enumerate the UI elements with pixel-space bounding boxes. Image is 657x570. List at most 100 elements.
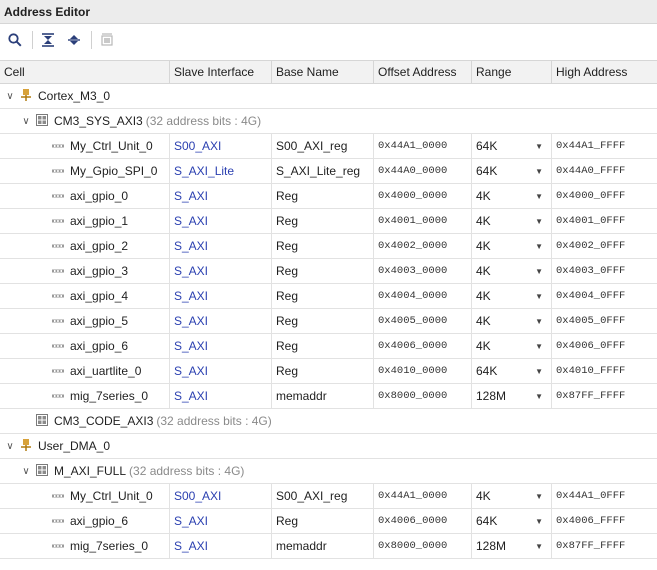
column-header-offset-address[interactable]: Offset Address [374, 61, 472, 83]
column-header-high-address[interactable]: High Address [552, 61, 657, 83]
segment-row[interactable]: mig_7series_0 S_AXI memaddr 0x8000_0000 128M… [0, 384, 657, 409]
high-address: 0x44A1_FFFF [552, 134, 657, 158]
high-address-text: 0x4010_FFFF [556, 365, 626, 377]
offset-address[interactable]: 0x4003_0000 [374, 259, 472, 283]
column-header-base-name[interactable]: Base Name [272, 61, 374, 83]
address-space-row[interactable]: ∨ M_AXI_FULL (32 address bits : 4G) [0, 459, 657, 484]
dropdown-arrow-icon[interactable]: ▼ [535, 492, 543, 501]
high-address-text: 0x4005_0FFF [556, 315, 626, 327]
segment-row[interactable]: axi_uartlite_0 S_AXI Reg 0x4010_0000 64K ▼ 0x4… [0, 359, 657, 384]
range-select[interactable]: 4K ▼ [472, 184, 552, 208]
column-header-range[interactable]: Range [472, 61, 552, 83]
segment-row[interactable]: axi_gpio_3 S_AXI Reg 0x4003_0000 4K ▼ 0x4003_0… [0, 259, 657, 284]
range-select[interactable]: 4K ▼ [472, 309, 552, 333]
slave-interface-link[interactable]: S_AXI [174, 289, 208, 303]
dropdown-arrow-icon[interactable]: ▼ [535, 142, 543, 151]
range-select[interactable]: 4K ▼ [472, 234, 552, 258]
segment-row[interactable]: axi_gpio_4 S_AXI Reg 0x4004_0000 4K ▼ 0x4004_0… [0, 284, 657, 309]
slave-interface-link[interactable]: S_AXI [174, 189, 208, 203]
dropdown-arrow-icon[interactable]: ▼ [535, 367, 543, 376]
address-space-icon [36, 413, 48, 429]
segment-row[interactable]: axi_gpio_5 S_AXI Reg 0x4005_0000 4K ▼ 0x4005_0… [0, 309, 657, 334]
range-value: 128M [476, 389, 507, 403]
segment-row[interactable]: axi_gpio_2 S_AXI Reg 0x4002_0000 4K ▼ 0x4002_0… [0, 234, 657, 259]
range-select[interactable]: 64K ▼ [472, 359, 552, 383]
slave-interface-link[interactable]: S_AXI [174, 514, 208, 528]
slave-interface-link[interactable]: S_AXI [174, 389, 208, 403]
range-select[interactable]: 64K ▼ [472, 509, 552, 533]
dropdown-arrow-icon[interactable]: ▼ [535, 192, 543, 201]
offset-address[interactable]: 0x4002_0000 [374, 234, 472, 258]
dropdown-arrow-icon[interactable]: ▼ [535, 167, 543, 176]
address-space-note: (32 address bits : 4G) [129, 464, 245, 478]
slave-interface-link[interactable]: S_AXI [174, 239, 208, 253]
slave-interface-link[interactable]: S_AXI [174, 364, 208, 378]
offset-address[interactable]: 0x4010_0000 [374, 359, 472, 383]
slave-interface-link[interactable]: S00_AXI [174, 139, 221, 153]
dropdown-arrow-icon[interactable]: ▼ [535, 242, 543, 251]
offset-address[interactable]: 0x8000_0000 [374, 384, 472, 408]
expand-all-icon[interactable] [63, 29, 85, 51]
offset-address[interactable]: 0x4006_0000 [374, 509, 472, 533]
offset-address[interactable]: 0x4006_0000 [374, 334, 472, 358]
range-select[interactable]: 4K ▼ [472, 284, 552, 308]
slave-interface-link[interactable]: S_AXI [174, 214, 208, 228]
expand-caret-icon[interactable]: ∨ [20, 466, 32, 477]
search-icon[interactable] [4, 29, 26, 51]
segment-row[interactable]: axi_gpio_6 S_AXI Reg 0x4006_0000 4K ▼ 0x4006_0… [0, 334, 657, 359]
segment-row[interactable]: axi_gpio_6 S_AXI Reg 0x4006_0000 64K ▼ 0x4006_… [0, 509, 657, 534]
dropdown-arrow-icon[interactable]: ▼ [535, 267, 543, 276]
slave-interface-link[interactable]: S_AXI [174, 314, 208, 328]
segment-row[interactable]: My_Gpio_SPI_0 S_AXI_Lite S_AXI_Lite_reg 0x4… [0, 159, 657, 184]
expand-caret-icon[interactable]: ∨ [4, 91, 16, 102]
offset-address-text: 0x44A0_0000 [378, 165, 448, 177]
offset-address[interactable]: 0x4000_0000 [374, 184, 472, 208]
slave-interface-link[interactable]: S_AXI [174, 264, 208, 278]
range-select[interactable]: 4K ▼ [472, 484, 552, 508]
dropdown-arrow-icon[interactable]: ▼ [535, 392, 543, 401]
segment-icon [52, 214, 64, 228]
expand-caret-icon[interactable]: ∨ [4, 441, 16, 452]
segment-row[interactable]: My_Ctrl_Unit_0 S00_AXI S00_AXI_reg 0x44A1_0… [0, 484, 657, 509]
segment-row[interactable]: My_Ctrl_Unit_0 S00_AXI S00_AXI_reg 0x44A1_0… [0, 134, 657, 159]
expand-caret-icon[interactable]: ∨ [20, 116, 32, 127]
address-space-row[interactable]: CM3_CODE_AXI3 (32 address bits : 4G) [0, 409, 657, 434]
offset-address[interactable]: 0x8000_0000 [374, 534, 472, 558]
dropdown-arrow-icon[interactable]: ▼ [535, 342, 543, 351]
segment-row[interactable]: axi_gpio_0 S_AXI Reg 0x4000_0000 4K ▼ 0x4000_0… [0, 184, 657, 209]
offset-address[interactable]: 0x4001_0000 [374, 209, 472, 233]
segment-row[interactable]: mig_7series_0 S_AXI memaddr 0x8000_0000 128M… [0, 534, 657, 559]
range-select[interactable]: 64K ▼ [472, 159, 552, 183]
auto-assign-icon[interactable] [96, 29, 118, 51]
dropdown-arrow-icon[interactable]: ▼ [535, 317, 543, 326]
offset-address[interactable]: 0x44A1_0000 [374, 484, 472, 508]
offset-address[interactable]: 0x4004_0000 [374, 284, 472, 308]
range-select[interactable]: 128M ▼ [472, 534, 552, 558]
offset-address[interactable]: 0x44A0_0000 [374, 159, 472, 183]
range-select[interactable]: 64K ▼ [472, 134, 552, 158]
slave-interface-link[interactable]: S_AXI [174, 539, 208, 553]
range-select[interactable]: 4K ▼ [472, 334, 552, 358]
offset-address[interactable]: 0x44A1_0000 [374, 134, 472, 158]
segment-row[interactable]: axi_gpio_1 S_AXI Reg 0x4001_0000 4K ▼ 0x4001_0… [0, 209, 657, 234]
slave-interface-link[interactable]: S_AXI_Lite [174, 164, 234, 178]
offset-address[interactable]: 0x4005_0000 [374, 309, 472, 333]
tree-node: CM3_CODE_AXI3 (32 address bits : 4G) [0, 409, 657, 433]
segment-cell-label: mig_7series_0 [70, 389, 149, 403]
column-header-cell[interactable]: Cell [0, 61, 170, 83]
dropdown-arrow-icon[interactable]: ▼ [535, 292, 543, 301]
master-row[interactable]: ∨ User_DMA_0 [0, 434, 657, 459]
cell-name: axi_gpio_0 [0, 184, 170, 208]
address-space-row[interactable]: ∨ CM3_SYS_AXI3 (32 address bits : 4G) [0, 109, 657, 134]
column-header-slave-interface[interactable]: Slave Interface [170, 61, 272, 83]
dropdown-arrow-icon[interactable]: ▼ [535, 217, 543, 226]
range-select[interactable]: 128M ▼ [472, 384, 552, 408]
range-select[interactable]: 4K ▼ [472, 209, 552, 233]
range-select[interactable]: 4K ▼ [472, 259, 552, 283]
master-row[interactable]: ∨ Cortex_M3_0 [0, 84, 657, 109]
dropdown-arrow-icon[interactable]: ▼ [535, 517, 543, 526]
dropdown-arrow-icon[interactable]: ▼ [535, 542, 543, 551]
slave-interface-link[interactable]: S_AXI [174, 339, 208, 353]
collapse-all-icon[interactable] [37, 29, 59, 51]
slave-interface-link[interactable]: S00_AXI [174, 489, 221, 503]
